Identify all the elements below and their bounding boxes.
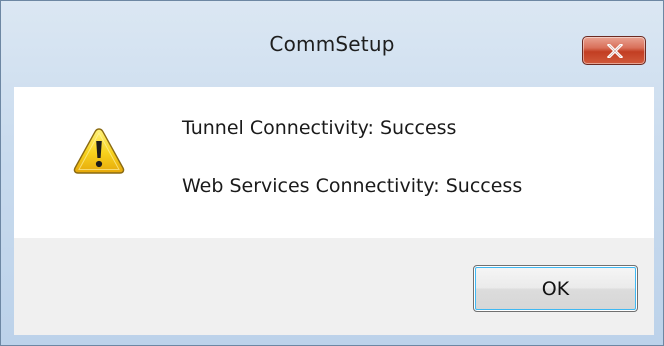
tunnel-status-text: Tunnel Connectivity: Success	[182, 117, 457, 139]
window-title: CommSetup	[269, 32, 395, 56]
close-icon	[607, 44, 623, 58]
warning-icon	[73, 128, 125, 174]
web-services-status-text: Web Services Connectivity: Success	[182, 175, 523, 197]
button-bar: OK	[14, 238, 654, 335]
close-button[interactable]	[582, 36, 646, 65]
ok-button[interactable]: OK	[473, 265, 638, 312]
dialog-window: CommSetup Tunnel Connectivity: Success W	[0, 0, 664, 346]
title-bar[interactable]: CommSetup	[1, 1, 663, 87]
message-area: Tunnel Connectivity: Success Web Service…	[14, 87, 654, 238]
